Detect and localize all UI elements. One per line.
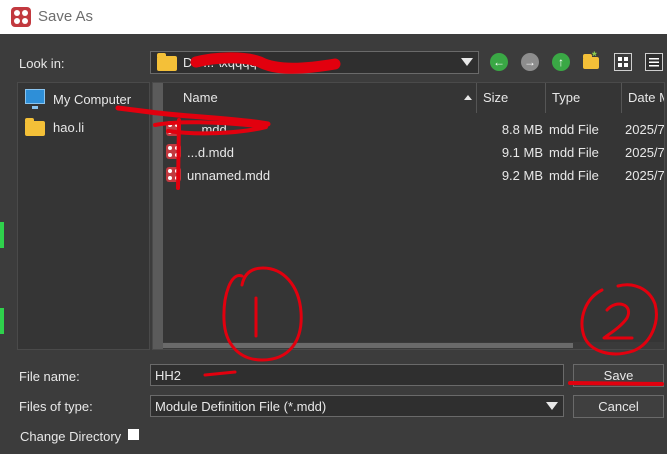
folder-icon: [157, 53, 177, 71]
file-name: ...d.mdd: [187, 145, 234, 160]
file-type: mdd File: [549, 168, 599, 183]
app-icon: [11, 7, 31, 27]
vertical-splitter[interactable]: [153, 83, 163, 349]
look-in-combo[interactable]: D:\ ... \xqqqq: [150, 51, 479, 74]
monitor-icon: [25, 89, 45, 109]
file-date: 2025/7: [625, 168, 665, 183]
file-name: unnamed.mdd: [187, 168, 271, 183]
column-header-date[interactable]: Date M: [622, 83, 664, 113]
look-in-path: D:\ ... \xqqqq: [183, 55, 257, 70]
mdd-file-icon: [166, 144, 181, 159]
folder-icon: [25, 118, 45, 136]
sidebar-item-my-computer[interactable]: My Computer: [18, 85, 149, 113]
file-type: mdd File: [549, 145, 599, 160]
file-size: 9.2 MB: [501, 168, 543, 183]
file-date: 2025/7: [625, 122, 665, 137]
background-window-edge: [0, 308, 4, 334]
column-header-type[interactable]: Type: [546, 83, 622, 113]
horizontal-scrollbar[interactable]: [163, 342, 664, 349]
back-arrow-icon[interactable]: ←: [490, 53, 508, 71]
file-row[interactable]: unnamed.mdd 9.2 MB mdd File 2025/7: [163, 164, 664, 187]
file-type-label: Files of type:: [19, 399, 93, 414]
icon-view-icon[interactable]: [614, 53, 632, 71]
file-size: 9.1 MB: [501, 145, 543, 160]
file-name: ....mdd: [187, 122, 227, 137]
file-type: mdd File: [549, 122, 599, 137]
change-directory-checkbox[interactable]: [128, 429, 139, 440]
chevron-down-icon[interactable]: [461, 58, 473, 66]
cancel-button[interactable]: Cancel: [573, 395, 664, 418]
places-sidebar: My Computer hao.li: [17, 82, 150, 350]
sidebar-item-label: My Computer: [53, 92, 132, 107]
look-in-label: Look in:: [19, 56, 65, 71]
file-type-select[interactable]: Module Definition File (*.mdd): [150, 395, 564, 417]
title-bar: Save As: [0, 0, 667, 34]
window-title: Save As: [38, 8, 94, 25]
file-size: 8.8 MB: [501, 122, 543, 137]
scrollbar-thumb[interactable]: [163, 343, 573, 348]
chevron-down-icon[interactable]: [546, 402, 558, 410]
file-date: 2025/7: [625, 145, 665, 160]
sidebar-item-label: hao.li: [53, 120, 85, 135]
column-header-name[interactable]: Name: [177, 83, 477, 113]
file-row[interactable]: ....mdd 8.8 MB mdd File 2025/7: [163, 118, 664, 141]
file-type-value: Module Definition File (*.mdd): [155, 399, 327, 414]
file-name-value: HH2: [155, 368, 182, 383]
up-arrow-icon[interactable]: ↑: [552, 53, 570, 71]
file-name-input[interactable]: HH2: [150, 364, 564, 386]
background-window-edge: [0, 222, 4, 248]
sort-ascending-icon: [464, 95, 472, 100]
mdd-file-icon: [166, 121, 181, 136]
save-button[interactable]: Save: [573, 364, 664, 387]
new-folder-icon[interactable]: *: [583, 49, 601, 71]
file-list: Name Size Type Date M ....mdd 8.8 MB mdd…: [152, 82, 665, 350]
mdd-file-icon: [166, 167, 181, 182]
column-header-size[interactable]: Size: [477, 83, 546, 113]
change-directory-label: Change Directory: [20, 429, 122, 444]
file-name-label: File name:: [19, 369, 80, 384]
forward-arrow-icon[interactable]: →: [521, 53, 539, 71]
sidebar-item-hao-li[interactable]: hao.li: [18, 113, 149, 141]
detail-view-icon[interactable]: [645, 53, 663, 71]
file-row[interactable]: ...d.mdd 9.1 MB mdd File 2025/7: [163, 141, 664, 164]
